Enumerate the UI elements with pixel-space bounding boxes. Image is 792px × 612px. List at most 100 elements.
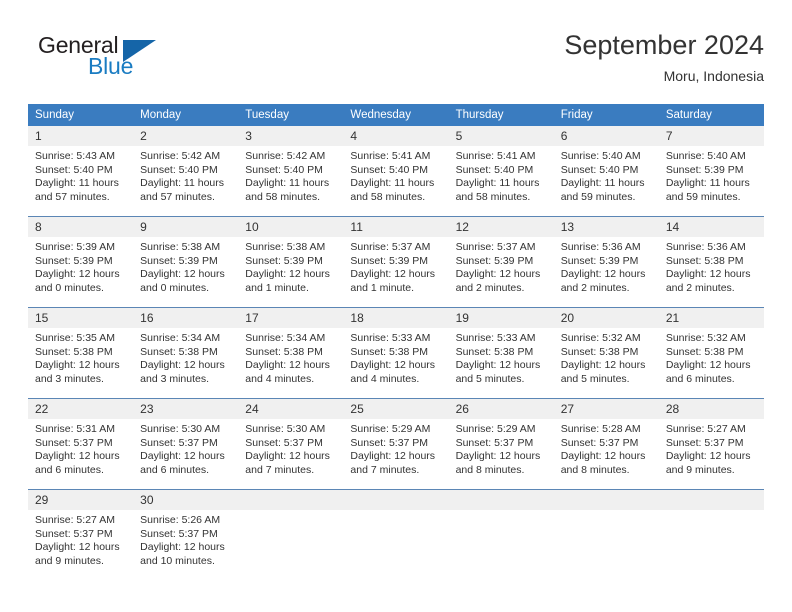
day-cell[interactable]: 20 Sunrise: 5:32 AM Sunset: 5:38 PM Dayligh… xyxy=(553,307,659,399)
day-cell[interactable]: 18 Sunrise: 5:33 AM Sunset: 5:38 PM Dayligh… xyxy=(343,307,449,399)
day-number: 21 xyxy=(658,308,764,328)
day-details: Sunrise: 5:29 AM Sunset: 5:37 PM Daylight:… xyxy=(449,419,554,477)
day-cell[interactable]: 5 Sunrise: 5:41 AM Sunset: 5:40 PM Daylight… xyxy=(448,126,554,217)
day-number: 6 xyxy=(553,126,659,146)
sunset-text: Sunset: 5:40 PM xyxy=(140,163,218,176)
day-details: Sunrise: 5:35 AM Sunset: 5:38 PM Daylight:… xyxy=(28,328,133,386)
sunrise-text: Sunrise: 5:42 AM xyxy=(140,150,221,162)
weekday-header-sunday: Sunday xyxy=(28,104,134,126)
sunset-text: Sunset: 5:37 PM xyxy=(665,436,744,449)
daylight-text-line2: and 7 minutes. xyxy=(350,463,420,476)
day-cell[interactable]: 7 Sunrise: 5:40 AM Sunset: 5:39 PM Daylight… xyxy=(658,126,764,217)
day-cell[interactable]: 13 Sunrise: 5:36 AM Sunset: 5:39 PM Dayligh… xyxy=(553,216,659,308)
day-cell[interactable]: 17 Sunrise: 5:34 AM Sunset: 5:38 PM Dayligh… xyxy=(238,307,344,399)
day-cell[interactable]: 10 Sunrise: 5:38 AM Sunset: 5:39 PM Dayligh… xyxy=(238,216,344,308)
day-number xyxy=(238,490,344,510)
daylight-text-line2: and 6 minutes. xyxy=(35,463,104,476)
daylight-text-line1: Daylight: 12 hours xyxy=(350,450,436,463)
day-details: Sunrise: 5:36 AM Sunset: 5:39 PM Daylight:… xyxy=(554,237,659,295)
sunset-text: Sunset: 5:39 PM xyxy=(560,254,639,267)
daylight-text-line1: Daylight: 12 hours xyxy=(140,541,225,554)
sunrise-text: Sunrise: 5:40 AM xyxy=(665,150,746,162)
sunrise-sunset-calendar: Sunday Monday Tuesday Wednesday Thursday… xyxy=(28,104,764,580)
daylight-text-line2: and 57 minutes. xyxy=(140,190,215,203)
day-cell[interactable]: 14 Sunrise: 5:36 AM Sunset: 5:38 PM Dayligh… xyxy=(658,216,764,308)
day-number: 18 xyxy=(343,308,449,328)
daylight-text-line2: and 1 minute. xyxy=(350,281,415,294)
day-cell[interactable]: 25 Sunrise: 5:29 AM Sunset: 5:37 PM Dayligh… xyxy=(343,398,449,490)
daylight-text-line1: Daylight: 11 hours xyxy=(350,177,435,190)
sunrise-text: Sunrise: 5:29 AM xyxy=(350,423,431,435)
day-cell[interactable]: 9 Sunrise: 5:38 AM Sunset: 5:39 PM Daylight… xyxy=(133,216,239,308)
daylight-text-line2: and 5 minutes. xyxy=(455,372,525,385)
daylight-text-line1: Daylight: 12 hours xyxy=(140,268,225,281)
day-cell[interactable]: 22 Sunrise: 5:31 AM Sunset: 5:37 PM Dayligh… xyxy=(28,398,134,490)
sunset-text: Sunset: 5:40 PM xyxy=(560,163,639,176)
day-number: 12 xyxy=(448,217,554,237)
day-number: 13 xyxy=(553,217,659,237)
day-details: Sunrise: 5:42 AM Sunset: 5:40 PM Daylight:… xyxy=(238,146,343,204)
day-number: 10 xyxy=(238,217,344,237)
sunrise-text: Sunrise: 5:36 AM xyxy=(560,241,641,253)
day-cell[interactable]: 28 Sunrise: 5:27 AM Sunset: 5:37 PM Dayligh… xyxy=(658,398,764,490)
day-number: 19 xyxy=(448,308,554,328)
day-details: Sunrise: 5:28 AM Sunset: 5:37 PM Daylight:… xyxy=(554,419,659,477)
day-number: 14 xyxy=(658,217,764,237)
day-cell[interactable]: 2 Sunrise: 5:42 AM Sunset: 5:40 PM Daylight… xyxy=(133,126,239,217)
day-number: 11 xyxy=(343,217,449,237)
day-cell[interactable]: 11 Sunrise: 5:37 AM Sunset: 5:39 PM Dayligh… xyxy=(343,216,449,308)
day-cell[interactable]: 26 Sunrise: 5:29 AM Sunset: 5:37 PM Dayligh… xyxy=(448,398,554,490)
daylight-text-line2: and 5 minutes. xyxy=(560,372,630,385)
day-cell[interactable]: 27 Sunrise: 5:28 AM Sunset: 5:37 PM Dayligh… xyxy=(553,398,659,490)
sunset-text: Sunset: 5:37 PM xyxy=(140,436,218,449)
weekday-header-thursday: Thursday xyxy=(448,104,554,126)
sunrise-text: Sunrise: 5:27 AM xyxy=(35,514,115,526)
daylight-text-line2: and 1 minute. xyxy=(245,281,309,294)
day-details: Sunrise: 5:38 AM Sunset: 5:39 PM Daylight:… xyxy=(238,237,343,295)
sunrise-text: Sunrise: 5:38 AM xyxy=(245,241,326,253)
day-cell-empty xyxy=(238,489,344,580)
day-cell[interactable]: 8 Sunrise: 5:39 AM Sunset: 5:39 PM Daylight… xyxy=(28,216,134,308)
sunset-text: Sunset: 5:40 PM xyxy=(350,163,429,176)
daylight-text-line1: Daylight: 12 hours xyxy=(560,359,646,372)
sunrise-text: Sunrise: 5:38 AM xyxy=(140,241,221,253)
day-cell[interactable]: 15 Sunrise: 5:35 AM Sunset: 5:38 PM Dayligh… xyxy=(28,307,134,399)
sunrise-text: Sunrise: 5:27 AM xyxy=(665,423,746,435)
day-cell[interactable]: 24 Sunrise: 5:30 AM Sunset: 5:37 PM Dayligh… xyxy=(238,398,344,490)
day-cell[interactable]: 23 Sunrise: 5:30 AM Sunset: 5:37 PM Dayligh… xyxy=(133,398,239,490)
day-cell[interactable]: 4 Sunrise: 5:41 AM Sunset: 5:40 PM Daylight… xyxy=(343,126,449,217)
day-cell[interactable]: 3 Sunrise: 5:42 AM Sunset: 5:40 PM Daylight… xyxy=(238,126,344,217)
day-details: Sunrise: 5:26 AM Sunset: 5:37 PM Daylight:… xyxy=(133,510,238,568)
day-details: Sunrise: 5:40 AM Sunset: 5:40 PM Daylight:… xyxy=(554,146,659,204)
daylight-text-line2: and 4 minutes. xyxy=(245,372,315,385)
day-cell[interactable]: 1 Sunrise: 5:43 AM Sunset: 5:40 PM Daylight… xyxy=(28,126,134,217)
location-subtitle: Moru, Indonesia xyxy=(663,68,764,84)
day-number: 4 xyxy=(343,126,449,146)
general-blue-logo[interactable]: General Blue xyxy=(28,28,268,88)
day-number: 15 xyxy=(28,308,134,328)
daylight-text-line2: and 6 minutes. xyxy=(665,372,735,385)
day-cell[interactable]: 6 Sunrise: 5:40 AM Sunset: 5:40 PM Daylight… xyxy=(553,126,659,217)
day-cell[interactable]: 12 Sunrise: 5:37 AM Sunset: 5:39 PM Dayligh… xyxy=(448,216,554,308)
sunset-text: Sunset: 5:37 PM xyxy=(560,436,639,449)
day-number: 24 xyxy=(238,399,344,419)
sunrise-text: Sunrise: 5:32 AM xyxy=(665,332,746,344)
day-number: 1 xyxy=(28,126,134,146)
sunrise-text: Sunrise: 5:41 AM xyxy=(455,150,536,162)
day-cell[interactable]: 29 Sunrise: 5:27 AM Sunset: 5:37 PM Dayligh… xyxy=(28,489,134,580)
sunset-text: Sunset: 5:39 PM xyxy=(35,254,113,267)
day-cell[interactable]: 19 Sunrise: 5:33 AM Sunset: 5:38 PM Dayligh… xyxy=(448,307,554,399)
day-cell[interactable]: 21 Sunrise: 5:32 AM Sunset: 5:38 PM Dayligh… xyxy=(658,307,764,399)
sunset-text: Sunset: 5:38 PM xyxy=(140,345,218,358)
daylight-text-line2: and 3 minutes. xyxy=(140,372,210,385)
calendar-week-row: 8 Sunrise: 5:39 AM Sunset: 5:39 PM Daylight… xyxy=(28,216,764,308)
day-details: Sunrise: 5:31 AM Sunset: 5:37 PM Daylight:… xyxy=(28,419,133,477)
calendar-header: Sunday Monday Tuesday Wednesday Thursday… xyxy=(28,104,764,126)
day-number: 25 xyxy=(343,399,449,419)
daylight-text-line2: and 6 minutes. xyxy=(140,463,210,476)
day-cell[interactable]: 16 Sunrise: 5:34 AM Sunset: 5:38 PM Dayligh… xyxy=(133,307,239,399)
daylight-text-line2: and 0 minutes. xyxy=(140,281,210,294)
day-cell[interactable]: 30 Sunrise: 5:26 AM Sunset: 5:37 PM Dayligh… xyxy=(133,489,239,580)
sunrise-text: Sunrise: 5:34 AM xyxy=(140,332,221,344)
sunrise-text: Sunrise: 5:42 AM xyxy=(245,150,326,162)
